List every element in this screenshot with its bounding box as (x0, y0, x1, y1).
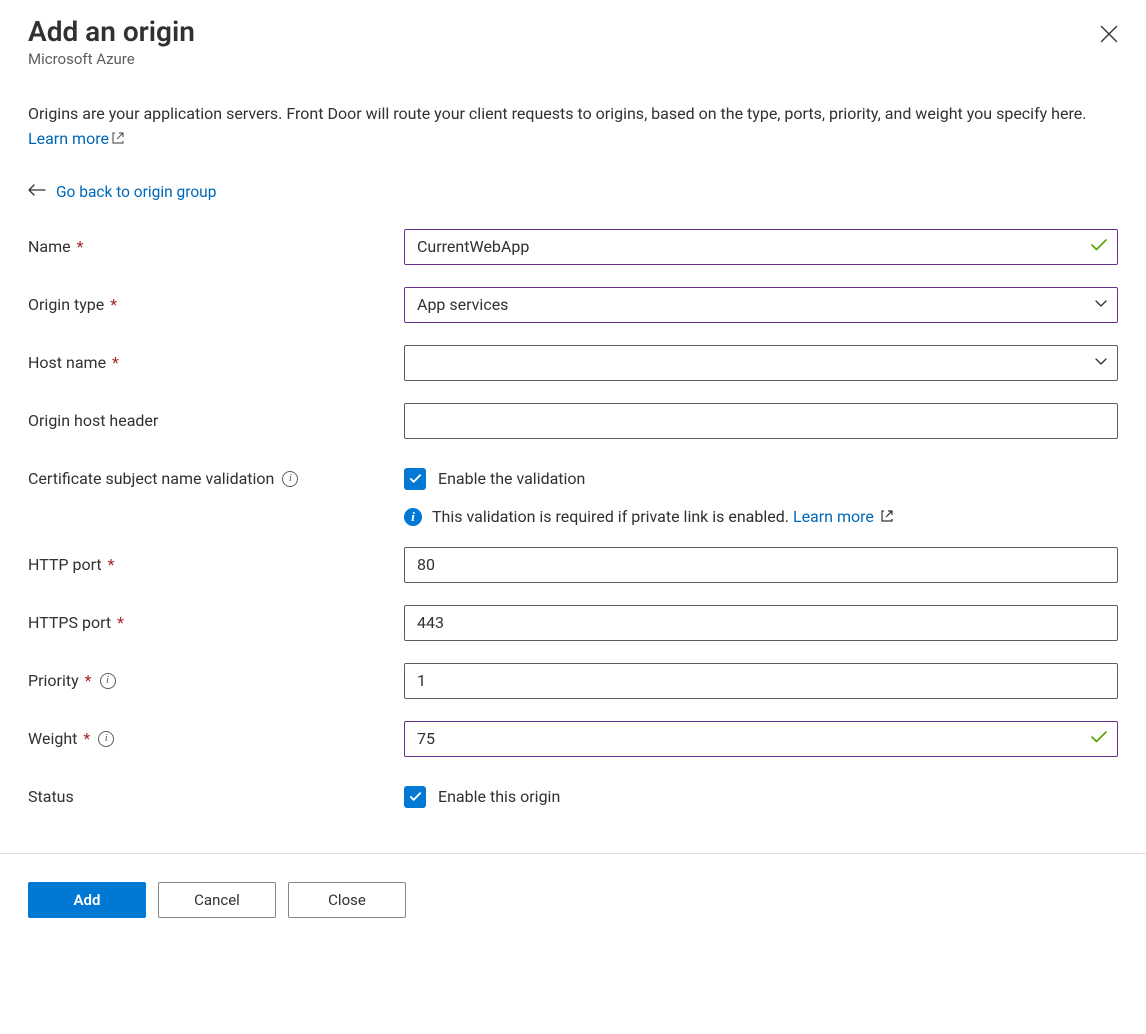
status-label: Status (28, 787, 404, 806)
status-checkbox[interactable] (404, 786, 426, 808)
cert-validation-info-message: i This validation is required if private… (404, 507, 1118, 527)
page-title: Add an origin (28, 15, 195, 48)
name-label: Name * (28, 237, 404, 256)
origin-host-header-label: Origin host header (28, 411, 404, 430)
status-checkbox-label: Enable this origin (438, 787, 560, 806)
cert-info-text: This validation is required if private l… (432, 507, 793, 526)
add-button[interactable]: Add (28, 882, 146, 918)
close-icon[interactable] (1100, 15, 1118, 47)
host-name-select[interactable] (404, 345, 1118, 381)
https-port-input[interactable] (404, 605, 1118, 641)
host-name-label: Host name * (28, 353, 404, 372)
priority-input[interactable] (404, 663, 1118, 699)
back-to-origin-group-link[interactable]: Go back to origin group (56, 183, 216, 201)
info-icon[interactable]: i (100, 673, 116, 689)
info-badge-icon: i (404, 508, 422, 526)
weight-input[interactable] (404, 721, 1118, 757)
cert-validation-checkbox[interactable] (404, 468, 426, 490)
cert-validation-checkbox-label: Enable the validation (438, 469, 585, 488)
close-button[interactable]: Close (288, 882, 406, 918)
info-icon[interactable]: i (98, 731, 114, 747)
http-port-input[interactable] (404, 547, 1118, 583)
cert-info-learn-more-link[interactable]: Learn more (793, 507, 894, 526)
external-link-icon (111, 128, 125, 153)
cancel-button[interactable]: Cancel (158, 882, 276, 918)
https-port-label: HTTPS port * (28, 613, 404, 632)
weight-label: Weight * i (28, 729, 404, 748)
description-body: Origins are your application servers. Fr… (28, 104, 1086, 123)
origin-type-label: Origin type * (28, 295, 404, 314)
priority-label: Priority * i (28, 671, 404, 690)
description-learn-more-link[interactable]: Learn more (28, 129, 125, 148)
description-text: Origins are your application servers. Fr… (28, 102, 1118, 153)
origin-host-header-input[interactable] (404, 403, 1118, 439)
external-link-icon (880, 508, 894, 527)
name-input[interactable] (404, 229, 1118, 265)
origin-type-select[interactable]: App services (404, 287, 1118, 323)
http-port-label: HTTP port * (28, 555, 404, 574)
cert-validation-label: Certificate subject name validation i (28, 469, 404, 488)
back-arrow-icon (28, 183, 46, 201)
info-icon[interactable]: i (282, 471, 298, 487)
page-subtitle: Microsoft Azure (28, 50, 195, 68)
